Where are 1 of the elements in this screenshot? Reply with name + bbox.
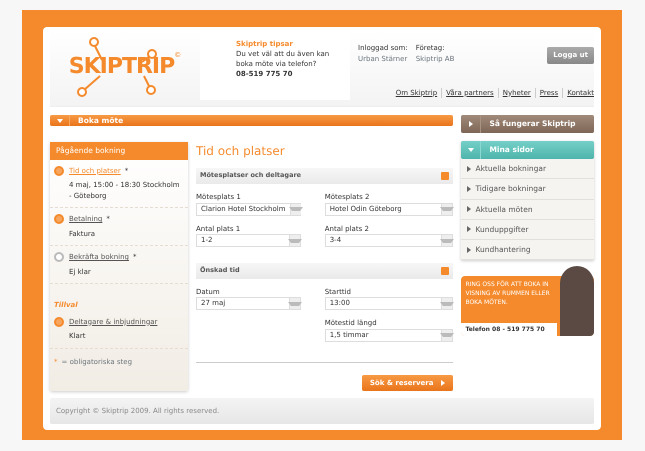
- page-title: Tid och platser: [196, 143, 286, 160]
